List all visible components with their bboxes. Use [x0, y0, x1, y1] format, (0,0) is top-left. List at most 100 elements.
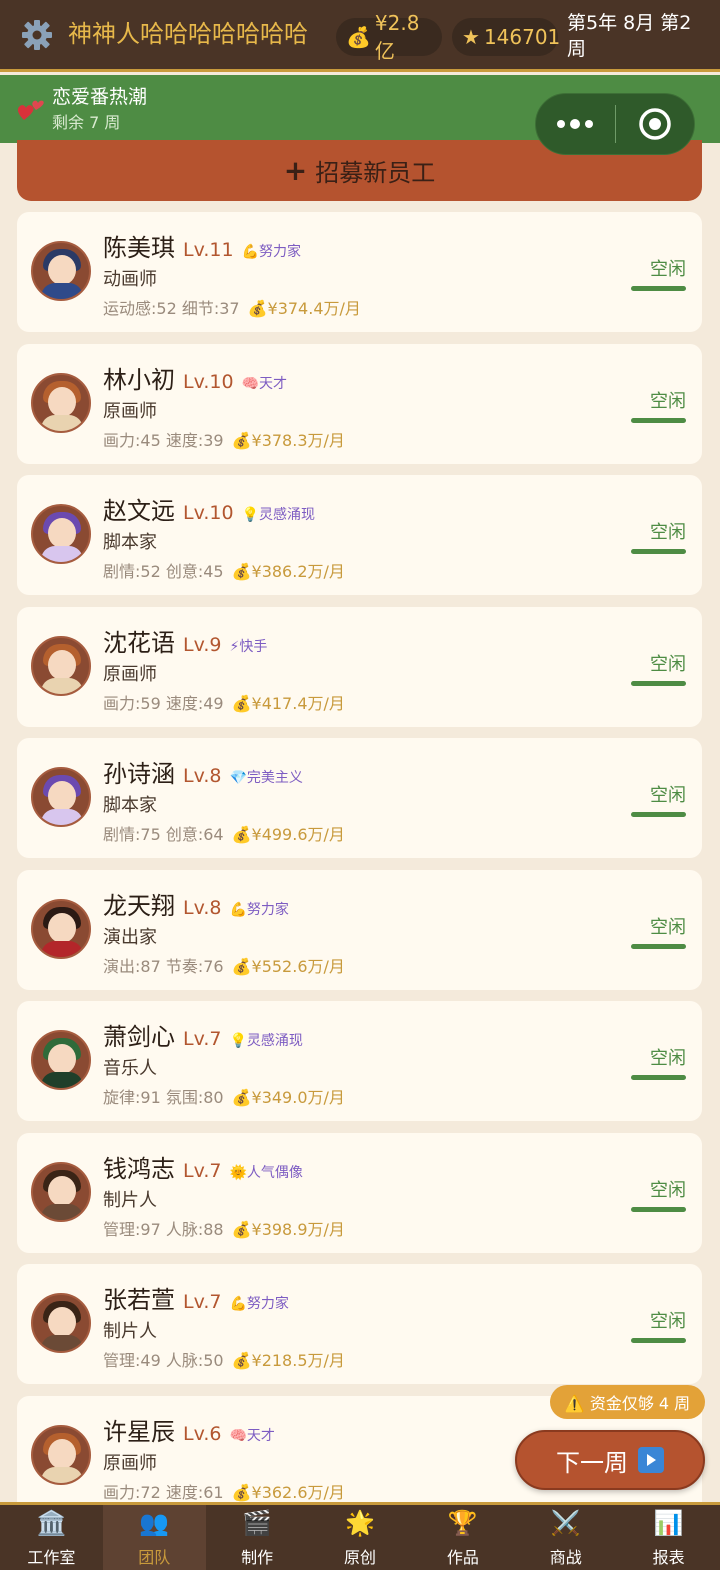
- employee-stats: 画力:45 速度:39: [103, 430, 224, 450]
- employee-salary: 💰¥398.9万/月: [231, 1219, 345, 1239]
- nav-tab-label: 工作室: [27, 1548, 76, 1567]
- next-week-button[interactable]: 下一周: [515, 1430, 705, 1490]
- star-icon: ★: [462, 25, 480, 49]
- employee-role: 脚本家: [103, 532, 157, 553]
- employee-stats-row: 演出:87 节奏:76 💰¥552.6万/月: [103, 953, 345, 977]
- status-indicator-bar: [631, 286, 686, 291]
- plus-icon: +: [283, 154, 308, 187]
- avatar-face: [48, 912, 76, 943]
- avatar-face: [48, 1438, 76, 1469]
- avatar-face: [48, 781, 76, 811]
- employee-name: 萧剑心: [103, 1023, 175, 1051]
- employee-name: 陈美琪: [103, 234, 175, 262]
- employee-salary: 💰¥218.5万/月: [231, 1351, 345, 1370]
- office-building-icon: 🏛️: [36, 1509, 67, 1537]
- hearts-icon: [16, 94, 46, 124]
- employee-role: 演出家: [103, 926, 157, 948]
- bar-chart-icon: 📊: [653, 1509, 684, 1537]
- employee-name: 许星辰: [103, 1417, 175, 1446]
- employee-trait: 💎完美主义: [229, 770, 303, 786]
- employee-avatar: [31, 898, 91, 959]
- employee-stats-row: 剧情:75 创意:64 💰¥499.6万/月: [103, 821, 345, 845]
- employee-trait: 💡灵感涌现: [241, 507, 316, 523]
- avatar-body: [41, 414, 83, 431]
- employee-stats-row: 运动感:52 细节:37 💰¥374.4万/月: [103, 295, 361, 319]
- nav-tab-label: 团队: [138, 1548, 171, 1567]
- nav-tab[interactable]: 🎬 制作: [206, 1505, 309, 1570]
- employee-level: Lv.6: [183, 1422, 222, 1445]
- employee-level: Lv.8: [183, 765, 222, 787]
- avatar-face: [48, 1044, 76, 1074]
- nav-tab[interactable]: 👥 团队: [102, 1505, 206, 1570]
- employee-stats: 运动感:52 细节:37: [103, 299, 240, 318]
- employee-name-row: 许星辰 Lv.6 🧠天才: [103, 1412, 275, 1447]
- employee-avatar: [31, 1293, 91, 1353]
- status-indicator-bar: [631, 812, 686, 817]
- status-indicator-bar: [631, 549, 686, 554]
- employee-trait: 💡灵感涌现: [229, 1033, 303, 1049]
- bottom-navigation: 🏛️ 工作室 👥 团队 🎬 制作 🌟 原创 🏆 作品 ⚔️ 商战 📊 报表: [0, 1502, 720, 1570]
- employee-card[interactable]: 龙天翔 Lv.8 💪努力家 演出家 演出:87 节奏:76 💰¥552.6万/月 空闲: [17, 869, 702, 990]
- fame-badge: ★ 146701: [452, 18, 560, 56]
- employee-name-row: 林小初 Lv.10 🧠天才: [103, 360, 287, 395]
- employee-card[interactable]: 钱鸿志 Lv.7 🌞人气偶像 制片人 管理:97 人脉:88 💰¥398.9万/月 空…: [17, 1132, 702, 1253]
- employee-status: 空闲: [650, 390, 686, 412]
- avatar-body: [41, 940, 83, 957]
- trophy-icon: 🏆: [447, 1509, 478, 1537]
- employee-name-row: 沈花语 Lv.9 ⚡快手: [103, 623, 267, 658]
- funds-warning-badge: ⚠️ 资金仅够 4 周: [550, 1385, 705, 1419]
- employee-avatar: [31, 1161, 91, 1222]
- employee-avatar: [31, 635, 91, 696]
- employee-card[interactable]: 陈美琪 Lv.11 💪努力家 动画师 运动感:52 细节:37 💰¥374.4万/月 …: [17, 212, 702, 332]
- employee-salary: 💰¥417.4万/月: [231, 693, 345, 713]
- employee-salary: 💰¥499.6万/月: [231, 825, 345, 844]
- status-indicator-bar: [631, 417, 686, 423]
- nav-tab[interactable]: 📊 报表: [617, 1505, 720, 1570]
- nav-tab[interactable]: 🏛️ 工作室: [0, 1505, 103, 1570]
- avatar-body: [41, 809, 83, 825]
- employee-name-row: 萧剑心 Lv.7 💡灵感涌现: [103, 1017, 303, 1052]
- employee-name-row: 赵文远 Lv.10 💡灵感涌现: [103, 491, 315, 526]
- money-badge: 💰 ¥2.8亿: [336, 11, 442, 63]
- employee-role: 原画师: [103, 1452, 157, 1474]
- employee-stats: 管理:97 人脉:88: [103, 1219, 224, 1239]
- employee-salary: 💰¥386.2万/月: [231, 562, 345, 581]
- employee-name: 孙诗涵: [103, 760, 175, 788]
- avatar-face: [48, 1175, 76, 1206]
- employee-avatar: [31, 1030, 91, 1090]
- employee-name-row: 钱鸿志 Lv.7 🌞人气偶像: [103, 1149, 303, 1184]
- status-indicator-bar: [631, 1075, 686, 1080]
- avatar-face: [48, 1307, 76, 1337]
- employee-trait: ⚡快手: [229, 638, 268, 655]
- more-menu-icon[interactable]: [536, 94, 615, 154]
- money-value: ¥2.8亿: [374, 10, 420, 63]
- employee-name: 沈花语: [103, 628, 175, 657]
- employee-status: 空闲: [650, 1179, 686, 1201]
- close-miniprogram-icon[interactable]: [616, 94, 695, 154]
- employee-level: Lv.10: [183, 502, 234, 524]
- nav-tab[interactable]: 🏆 作品: [411, 1505, 514, 1570]
- employee-name-row: 龙天翔 Lv.8 💪努力家: [103, 886, 289, 921]
- employee-stats: 画力:72 速度:61: [103, 1482, 224, 1502]
- avatar-face: [48, 649, 76, 680]
- settings-gear-icon[interactable]: [20, 18, 54, 52]
- team-icon: 👥: [139, 1509, 170, 1537]
- employee-role: 原画师: [103, 400, 157, 422]
- employee-card[interactable]: 林小初 Lv.10 🧠天才 原画师 画力:45 速度:39 💰¥378.3万/月 空闲: [17, 343, 702, 464]
- employee-level: Lv.7: [183, 1291, 222, 1313]
- employee-trait: 💪努力家: [229, 1296, 289, 1312]
- nav-tab[interactable]: ⚔️ 商战: [514, 1505, 617, 1570]
- game-date: 第5年 8月 第2周: [567, 12, 692, 60]
- employee-stats: 旋律:91 氛围:80: [103, 1088, 224, 1107]
- nav-tab-label: 作品: [446, 1548, 479, 1567]
- employee-card[interactable]: 赵文远 Lv.10 💡灵感涌现 脚本家 剧情:52 创意:45 💰¥386.2万/月 …: [17, 475, 702, 595]
- employee-card[interactable]: 孙诗涵 Lv.8 💎完美主义 脚本家 剧情:75 创意:64 💰¥499.6万/月 空…: [17, 738, 702, 858]
- avatar-body: [41, 677, 83, 694]
- avatar-body: [41, 546, 83, 562]
- nav-tab-label: 原创: [344, 1548, 377, 1567]
- employee-card[interactable]: 沈花语 Lv.9 ⚡快手 原画师 画力:59 速度:49 💰¥417.4万/月 空闲: [17, 606, 702, 727]
- employee-stats-row: 剧情:52 创意:45 💰¥386.2万/月: [103, 558, 345, 582]
- employee-card[interactable]: 萧剑心 Lv.7 💡灵感涌现 音乐人 旋律:91 氛围:80 💰¥349.0万/月 空…: [17, 1001, 702, 1121]
- nav-tab[interactable]: 🌟 原创: [309, 1505, 412, 1570]
- employee-card[interactable]: 张若萱 Lv.7 💪努力家 制片人 管理:49 人脉:50 💰¥218.5万/月 空闲: [17, 1264, 702, 1384]
